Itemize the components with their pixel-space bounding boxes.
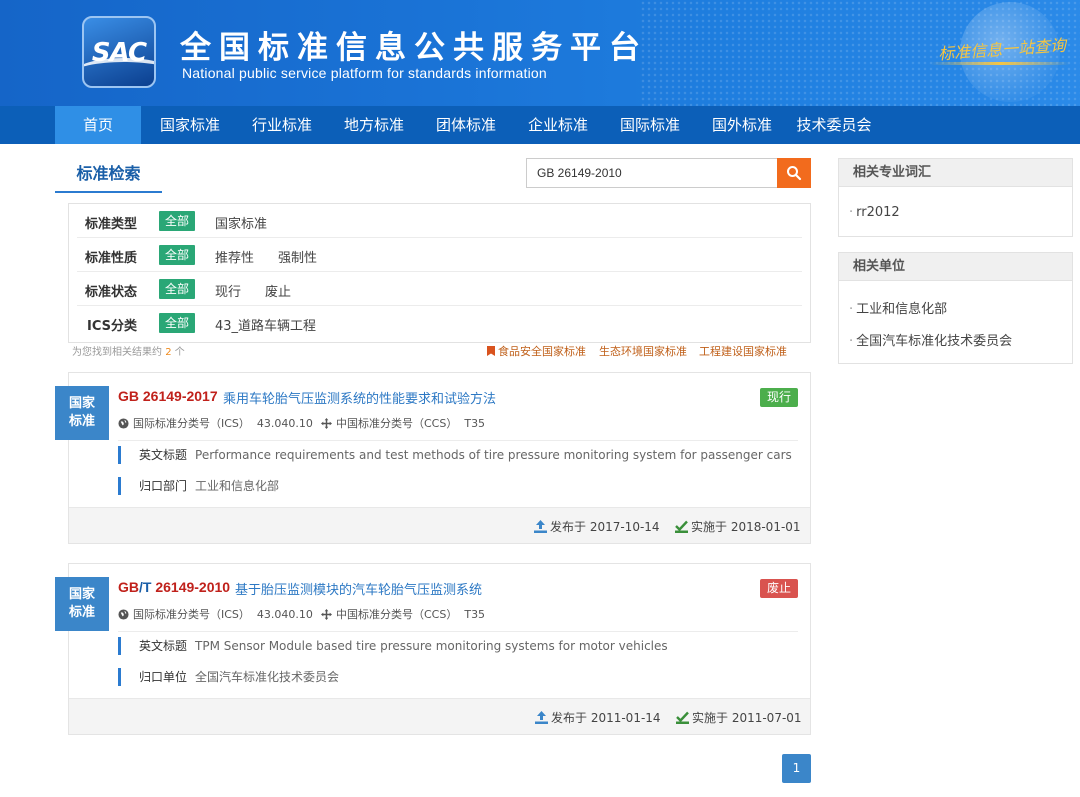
related-terms-panel: 相关专业词汇 · rr2012: [838, 158, 1073, 237]
slogan-underline: [930, 62, 1070, 65]
english-title-field: 英文标题 Performance requirements and test me…: [118, 446, 792, 464]
filter-label: 标准类型: [85, 217, 138, 232]
filter-all-button[interactable]: 全部: [159, 313, 196, 333]
check-icon: [676, 711, 689, 724]
standard-code[interactable]: GB 26149-2017: [118, 388, 218, 404]
status-badge: 废止: [759, 579, 798, 598]
standard-code[interactable]: GB/T 26149-2010: [118, 579, 230, 595]
site-header: SAC 全国标准信息公共服务平台 National public service…: [0, 0, 1080, 106]
globe-icon: [118, 418, 129, 429]
effective-date: 实施于 2018-01-01: [675, 518, 801, 535]
filter-all-button[interactable]: 全部: [159, 211, 196, 231]
search-icon: [787, 166, 802, 181]
filter-label: 标准状态: [85, 285, 138, 300]
related-units-title: 相关单位: [839, 253, 1072, 281]
filter-option[interactable]: 43_道路车辆工程: [215, 315, 316, 334]
search-button[interactable]: [777, 158, 811, 188]
move-icon: [321, 418, 332, 429]
filter-option[interactable]: 废止: [265, 281, 291, 300]
quick-link-construction[interactable]: 工程建设国家标准: [699, 343, 787, 359]
filter-all-button[interactable]: 全部: [159, 245, 196, 265]
check-icon: [675, 520, 688, 533]
result-count: 为您找到相关结果约 2 个: [72, 347, 185, 358]
nav-industry-standards[interactable]: 行业标准: [239, 106, 325, 144]
standard-type-badge: 国家 标准: [55, 386, 109, 440]
ccs-code: 中国标准分类号（CCS） T35: [321, 415, 485, 431]
filter-row-nature: 标准性质 全部 推荐性 强制性: [69, 238, 810, 272]
move-icon: [321, 609, 332, 620]
tab-standard-search[interactable]: 标准检索: [55, 150, 162, 194]
nav-national-standards[interactable]: 国家标准: [147, 106, 233, 144]
tab-standard-search-label: 标准检索: [76, 164, 141, 183]
site-title: 全国标准信息公共服务平台: [180, 30, 648, 66]
ics-code: 国际标准分类号（ICS） 43.040.10: [118, 606, 313, 622]
standard-type-badge: 国家 标准: [55, 577, 109, 631]
department-field: 归口单位 全国汽车标准化技术委员会: [118, 668, 339, 686]
department-field: 归口部门 工业和信息化部: [118, 477, 279, 495]
publish-date: 发布于 2017-10-14: [534, 518, 660, 535]
main-nav: 首页 国家标准 行业标准 地方标准 团体标准 企业标准 国际标准 国外标准 技术…: [0, 106, 1080, 144]
tab-active-underline: [55, 191, 162, 193]
search-input[interactable]: GB 26149-2010: [526, 158, 777, 188]
publish-date: 发布于 2011-01-14: [535, 709, 661, 726]
filter-option[interactable]: 强制性: [278, 247, 317, 266]
filter-panel: 标准类型 全部 国家标准 标准性质 全部 推荐性 强制性 标准状态 全部 现行 …: [68, 203, 811, 343]
filter-row-ics: ICS分类 全部 43_道路车辆工程: [69, 306, 810, 340]
ccs-code: 中国标准分类号（CCS） T35: [321, 606, 485, 622]
nav-enterprise-standards[interactable]: 企业标准: [515, 106, 601, 144]
filter-option[interactable]: 推荐性: [215, 247, 254, 266]
related-unit-item[interactable]: · 工业和信息化部: [849, 298, 947, 317]
nav-home[interactable]: 首页: [55, 106, 141, 144]
filter-option[interactable]: 现行: [215, 281, 241, 300]
filter-label: ICS分类: [87, 319, 137, 334]
upload-icon: [534, 520, 547, 533]
filter-row-type: 标准类型 全部 国家标准: [69, 204, 810, 238]
bookmark-icon: [487, 346, 495, 356]
page-button-current[interactable]: 1: [782, 754, 811, 783]
english-title-field: 英文标题 TPM Sensor Module based tire pressur…: [118, 637, 668, 655]
card-footer: 发布于 2011-01-14 实施于 2011-07-01: [69, 698, 810, 734]
related-terms-title: 相关专业词汇: [839, 159, 1072, 187]
nav-foreign-standards[interactable]: 国外标准: [699, 106, 785, 144]
standard-title[interactable]: 乘用车轮胎气压监测系统的性能要求和试验方法: [223, 388, 496, 407]
filter-all-button[interactable]: 全部: [159, 279, 196, 299]
quick-link-food-safety[interactable]: 食品安全国家标准: [487, 343, 586, 359]
filter-label: 标准性质: [85, 251, 138, 266]
related-units-panel: 相关单位 · 工业和信息化部 · 全国汽车标准化技术委员会: [838, 252, 1073, 364]
sac-logo[interactable]: SAC: [82, 16, 156, 88]
filter-row-status: 标准状态 全部 现行 废止: [69, 272, 810, 306]
nav-international-standards[interactable]: 国际标准: [607, 106, 693, 144]
site-subtitle: National public service platform for sta…: [182, 65, 547, 81]
card-footer: 发布于 2017-10-14 实施于 2018-01-01: [69, 507, 810, 543]
upload-icon: [535, 711, 548, 724]
effective-date: 实施于 2011-07-01: [676, 709, 802, 726]
result-card: 国家 标准 GB/T 26149-2010 基于胎压监测模块的汽车轮胎气压监测系统…: [55, 563, 811, 735]
standard-title[interactable]: 基于胎压监测模块的汽车轮胎气压监测系统: [235, 579, 482, 598]
related-unit-item[interactable]: · 全国汽车标准化技术委员会: [849, 330, 1012, 349]
nav-local-standards[interactable]: 地方标准: [331, 106, 417, 144]
filter-option[interactable]: 国家标准: [215, 213, 267, 232]
ics-code: 国际标准分类号（ICS） 43.040.10: [118, 415, 313, 431]
result-card: 国家 标准 GB 26149-2017 乘用车轮胎气压监测系统的性能要求和试验方法…: [55, 372, 811, 544]
globe-icon: [118, 609, 129, 620]
quick-link-ecology[interactable]: 生态环境国家标准: [599, 343, 687, 359]
related-term-item[interactable]: · rr2012: [849, 205, 900, 220]
status-badge: 现行: [759, 388, 798, 407]
nav-group-standards[interactable]: 团体标准: [423, 106, 509, 144]
nav-technical-committees[interactable]: 技术委员会: [791, 106, 877, 144]
